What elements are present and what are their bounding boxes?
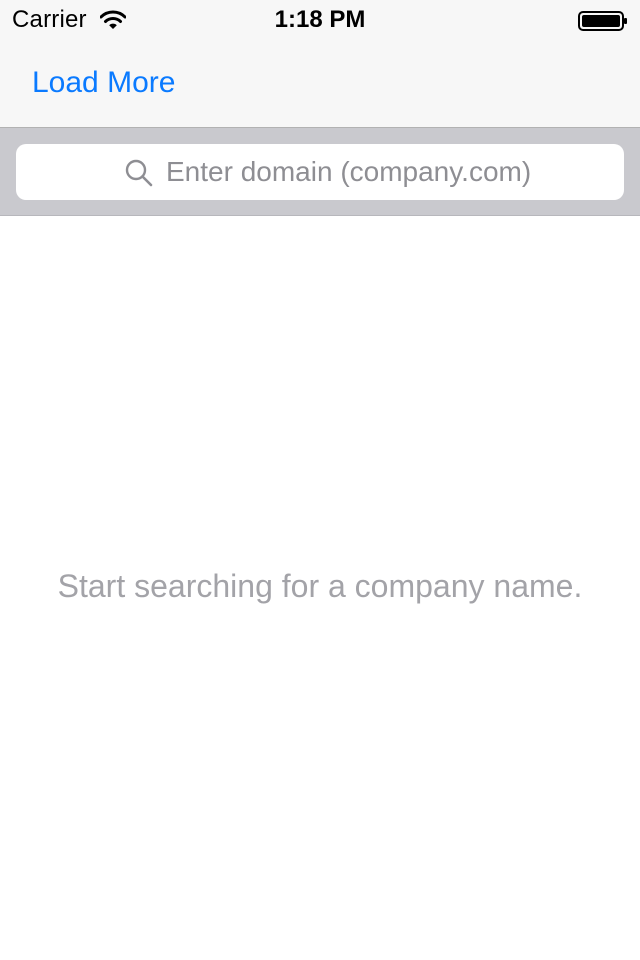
battery-icon <box>578 11 627 31</box>
empty-state-message: Start searching for a company name. <box>57 568 583 604</box>
status-time: 1:18 PM <box>274 6 366 33</box>
search-bar <box>0 128 640 216</box>
navigation-bar: Carrier 1:18 PM Load More <box>0 0 640 128</box>
search-input[interactable] <box>166 144 606 200</box>
search-field-container[interactable] <box>16 144 624 200</box>
load-more-button[interactable]: Load More <box>32 66 175 100</box>
status-bar: Carrier 1:18 PM <box>0 0 640 40</box>
search-icon <box>125 159 153 187</box>
